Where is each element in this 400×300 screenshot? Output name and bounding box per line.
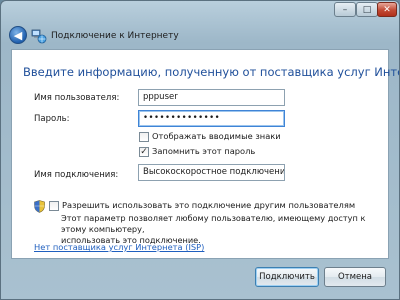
show-characters-label: Отображать вводимые знаки [152,131,281,141]
cancel-button[interactable]: Отмена [324,267,386,287]
password-label: Пароль: [34,114,70,124]
allow-others-checkbox[interactable] [49,201,59,211]
title-bar: – □ ✕ [1,1,399,25]
username-field[interactable]: pppuser [138,89,285,106]
navigation-bar: ◀ Подключение к Интернету [1,23,399,49]
maximize-button[interactable]: □ [356,2,378,17]
dialog-window: – □ ✕ ◀ Подключение к Интернету Введите … [0,0,400,300]
connection-name-field[interactable]: Высокоскоростное подключение [138,164,285,181]
back-button[interactable]: ◀ [9,26,27,44]
password-field[interactable]: •••••••••••••• [138,110,285,127]
page-heading: Введите информацию, полученную от постав… [23,65,400,79]
show-characters-checkbox[interactable] [139,132,149,142]
connect-button[interactable]: Подключить [255,267,319,287]
network-connection-icon [31,29,47,44]
username-label: Имя пользователя: [34,93,120,103]
remember-password-label: Запомнить этот пароль [152,146,256,156]
remember-password-checkbox[interactable]: ✓ [139,147,149,157]
window-title: Подключение к Интернету [51,31,179,41]
connection-name-label: Имя подключения: [34,170,119,180]
minimize-button[interactable]: – [334,2,356,17]
uac-shield-icon [34,200,45,213]
no-isp-link[interactable]: Нет поставщика услуг Интернета (ISP) [34,242,204,252]
close-button[interactable]: ✕ [377,2,397,17]
allow-others-label: Разрешить использовать это подключение д… [62,200,356,210]
description-line-1: Этот параметр позволяет любому пользоват… [61,213,366,234]
